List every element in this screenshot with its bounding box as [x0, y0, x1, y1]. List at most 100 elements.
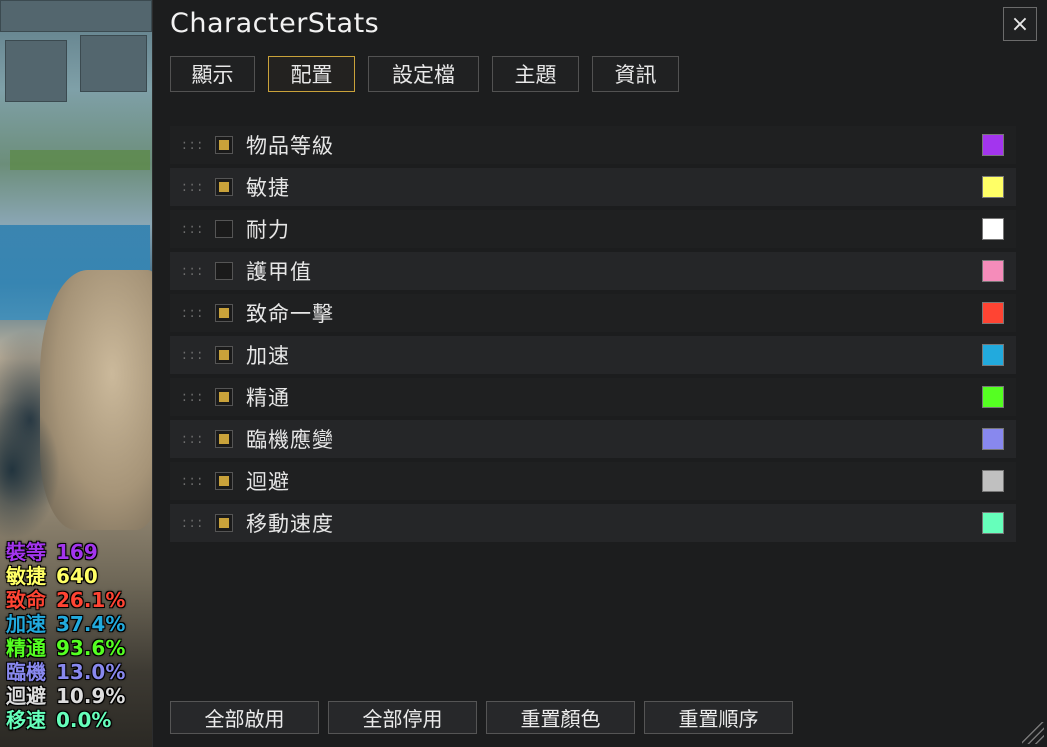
stat-label: 敏捷 — [246, 176, 290, 200]
drag-handle-icon[interactable]: ::: — [182, 263, 212, 279]
checkmark-icon — [219, 434, 229, 444]
overlay-stat-label: 臨機 — [6, 660, 46, 684]
stat-enable-checkbox[interactable] — [215, 304, 233, 322]
color-swatch-button[interactable] — [982, 344, 1004, 366]
drag-handle-icon[interactable]: ::: — [182, 389, 212, 405]
drag-handle-icon[interactable]: ::: — [182, 347, 212, 363]
overlay-stat-row: 精通 93.6% — [6, 636, 125, 660]
building-wall — [5, 40, 67, 102]
drag-handle-icon[interactable]: ::: — [182, 431, 212, 447]
drag-handle-icon[interactable]: ::: — [182, 473, 212, 489]
drag-handle-icon[interactable]: ::: — [182, 137, 212, 153]
drag-handle-icon[interactable]: ::: — [182, 305, 212, 321]
overlay-stat-value: 37.4% — [56, 612, 126, 636]
close-button[interactable]: × — [1003, 7, 1037, 41]
building-wall — [0, 0, 152, 32]
overlay-stat-value: 13.0% — [56, 660, 126, 684]
tab-label: 配置 — [290, 63, 333, 87]
overlay-stat-value: 0.0% — [56, 708, 112, 732]
stat-enable-checkbox[interactable] — [215, 136, 233, 154]
tab-bar: 顯示 配置 設定檔 主題 資訊 — [170, 56, 679, 92]
color-swatch-button[interactable] — [982, 134, 1004, 156]
stat-config-row[interactable]: ::: 敏捷 — [170, 168, 1016, 206]
overlay-stat-value: 26.1% — [56, 588, 126, 612]
color-swatch-button[interactable] — [982, 386, 1004, 408]
tab-info[interactable]: 資訊 — [592, 56, 679, 92]
checkmark-icon — [219, 182, 229, 192]
stat-label: 致命一擊 — [246, 302, 334, 326]
tab-label: 設定檔 — [392, 63, 455, 87]
checkmark-icon — [219, 518, 229, 528]
overlay-stat-row: 敏捷 640 — [6, 564, 125, 588]
color-swatch-button[interactable] — [982, 218, 1004, 240]
close-icon: × — [1010, 11, 1030, 37]
bottom-button-bar: 全部啟用 全部停用 重置顏色 重置順序 — [170, 701, 793, 734]
color-swatch-button[interactable] — [982, 176, 1004, 198]
drag-handle-icon[interactable]: ::: — [182, 221, 212, 237]
stat-config-row[interactable]: ::: 精通 — [170, 378, 1016, 416]
tab-label: 顯示 — [191, 63, 234, 87]
stat-enable-checkbox[interactable] — [215, 262, 233, 280]
tab-layout[interactable]: 配置 — [268, 56, 355, 92]
color-swatch-button[interactable] — [982, 512, 1004, 534]
stat-enable-checkbox[interactable] — [215, 220, 233, 238]
overlay-stat-value: 169 — [56, 540, 98, 564]
drag-handle-icon[interactable]: ::: — [182, 179, 212, 195]
grass-patch — [10, 150, 150, 170]
stat-config-row[interactable]: ::: 耐力 — [170, 210, 1016, 248]
overlay-stat-label: 致命 — [6, 588, 46, 612]
stat-enable-checkbox[interactable] — [215, 388, 233, 406]
checkmark-icon — [219, 140, 229, 150]
overlay-stat-row: 致命 26.1% — [6, 588, 125, 612]
stat-enable-checkbox[interactable] — [215, 178, 233, 196]
stat-config-row[interactable]: ::: 加速 — [170, 336, 1016, 374]
overlay-stat-row: 迴避 10.9% — [6, 684, 125, 708]
stat-label: 臨機應變 — [246, 428, 334, 452]
stat-config-row[interactable]: ::: 迴避 — [170, 462, 1016, 500]
tab-display[interactable]: 顯示 — [170, 56, 255, 92]
stat-enable-checkbox[interactable] — [215, 346, 233, 364]
color-swatch-button[interactable] — [982, 260, 1004, 282]
resize-grip-icon[interactable] — [1022, 722, 1044, 744]
stat-label: 耐力 — [246, 218, 290, 242]
checkmark-icon — [219, 350, 229, 360]
stat-config-row[interactable]: ::: 物品等級 — [170, 126, 1016, 164]
reset-colors-button[interactable]: 重置顏色 — [486, 701, 635, 734]
tab-label: 主題 — [514, 63, 557, 87]
checkmark-icon — [219, 476, 229, 486]
stat-enable-checkbox[interactable] — [215, 472, 233, 490]
overlay-stat-label: 精通 — [6, 636, 46, 660]
window-title: CharacterStats — [170, 8, 380, 39]
stat-config-list: ::: 物品等級::: 敏捷::: 耐力::: 護甲值::: 致命一擊::: 加速::: 精通… — [170, 126, 1016, 546]
overlay-stat-row: 裝等 169 — [6, 540, 125, 564]
stat-label: 精通 — [246, 386, 290, 410]
stat-config-row[interactable]: ::: 移動速度 — [170, 504, 1016, 542]
building-wall — [80, 35, 147, 92]
overlay-stat-label: 移速 — [6, 708, 46, 732]
disable-all-button[interactable]: 全部停用 — [328, 701, 477, 734]
stat-overlay: 裝等 169 敏捷 640 致命 26.1% 加速 37.4% 精通 93.6% 臨機 13.0% 迴避… — [6, 540, 125, 732]
enable-all-button[interactable]: 全部啟用 — [170, 701, 319, 734]
color-swatch-button[interactable] — [982, 428, 1004, 450]
overlay-stat-label: 加速 — [6, 612, 46, 636]
drag-handle-icon[interactable]: ::: — [182, 515, 212, 531]
reset-order-button[interactable]: 重置順序 — [644, 701, 793, 734]
stat-enable-checkbox[interactable] — [215, 430, 233, 448]
color-swatch-button[interactable] — [982, 302, 1004, 324]
color-swatch-button[interactable] — [982, 470, 1004, 492]
tab-theme[interactable]: 主題 — [492, 56, 579, 92]
stat-enable-checkbox[interactable] — [215, 514, 233, 532]
overlay-stat-label: 裝等 — [6, 540, 46, 564]
stat-label: 迴避 — [246, 470, 290, 494]
overlay-stat-row: 臨機 13.0% — [6, 660, 125, 684]
tab-profiles[interactable]: 設定檔 — [368, 56, 479, 92]
stat-config-row[interactable]: ::: 致命一擊 — [170, 294, 1016, 332]
overlay-stat-label: 迴避 — [6, 684, 46, 708]
cave-shadow — [0, 400, 60, 540]
tab-label: 資訊 — [614, 63, 657, 87]
stat-config-row[interactable]: ::: 臨機應變 — [170, 420, 1016, 458]
overlay-stat-label: 敏捷 — [6, 564, 46, 588]
character-stats-window: CharacterStats × 顯示 配置 設定檔 主題 資訊 ::: 物品等級… — [152, 0, 1047, 747]
overlay-stat-value: 93.6% — [56, 636, 126, 660]
stat-config-row[interactable]: ::: 護甲值 — [170, 252, 1016, 290]
